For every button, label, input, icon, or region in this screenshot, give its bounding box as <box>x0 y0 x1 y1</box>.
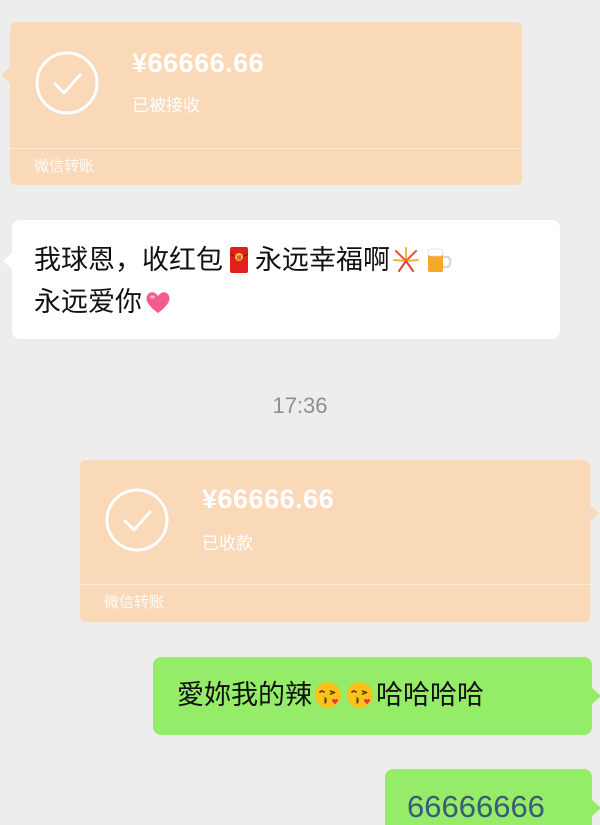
check-circle-icon <box>105 488 169 552</box>
message-text-line-2: 永远爱你 <box>34 287 142 318</box>
transfer-status: 已收款 <box>202 534 253 554</box>
bubble-tail <box>591 687 600 705</box>
kissing-face-emoji <box>347 682 373 708</box>
bubble-tail <box>591 799 600 817</box>
bubble-tail <box>589 504 599 522</box>
outgoing-message-bubble[interactable]: 66666666 <box>385 769 600 825</box>
message-text: 66666666 <box>407 789 545 824</box>
fireworks-emoji <box>393 247 419 272</box>
transfer-card-collected[interactable]: ¥66666.66 已收款 微信转账 <box>80 460 599 622</box>
red-envelope-emoji: 福 <box>229 247 249 273</box>
beer-mug-emoji <box>427 248 452 272</box>
message-text-part: 愛妳我的辣 <box>177 680 312 711</box>
message-text-part: 哈哈哈哈 <box>376 680 484 711</box>
transfer-amount: ¥66666.66 <box>132 48 265 78</box>
svg-text:福: 福 <box>236 255 241 262</box>
divider <box>10 148 522 149</box>
heart-emoji <box>146 292 170 313</box>
divider <box>80 584 590 585</box>
message-text: 我球恩，收红包 福 永远幸福啊 永远爱你 <box>34 240 564 324</box>
transfer-footer-label: 微信转账 <box>34 157 95 175</box>
transfer-card-received[interactable]: ¥66666.66 已被接收 微信转账 <box>1 22 522 185</box>
message-timestamp: 17:36 <box>272 393 328 418</box>
bubble-tail <box>1 66 11 84</box>
transfer-amount: ¥66666.66 <box>202 484 335 514</box>
message-text-part: 我球恩，收红包 <box>34 245 223 276</box>
chat-window: ¥66666.66 已被接收 微信转账 我球恩，收红包 福 永远幸福啊 永远爱你… <box>0 0 600 825</box>
message-text-part: 永远幸福啊 <box>255 245 390 276</box>
incoming-message-bubble[interactable]: 我球恩，收红包 福 永远幸福啊 永远爱你 <box>3 220 560 339</box>
transfer-footer-label: 微信转账 <box>104 593 165 611</box>
message-text: 愛妳我的辣 哈哈哈哈 <box>177 676 484 716</box>
bubble-tail <box>3 252 13 270</box>
outgoing-message-bubble[interactable]: 愛妳我的辣 哈哈哈哈 <box>153 657 600 735</box>
check-circle-icon <box>35 51 99 115</box>
kissing-face-emoji <box>315 682 341 708</box>
transfer-status: 已被接收 <box>132 96 200 116</box>
